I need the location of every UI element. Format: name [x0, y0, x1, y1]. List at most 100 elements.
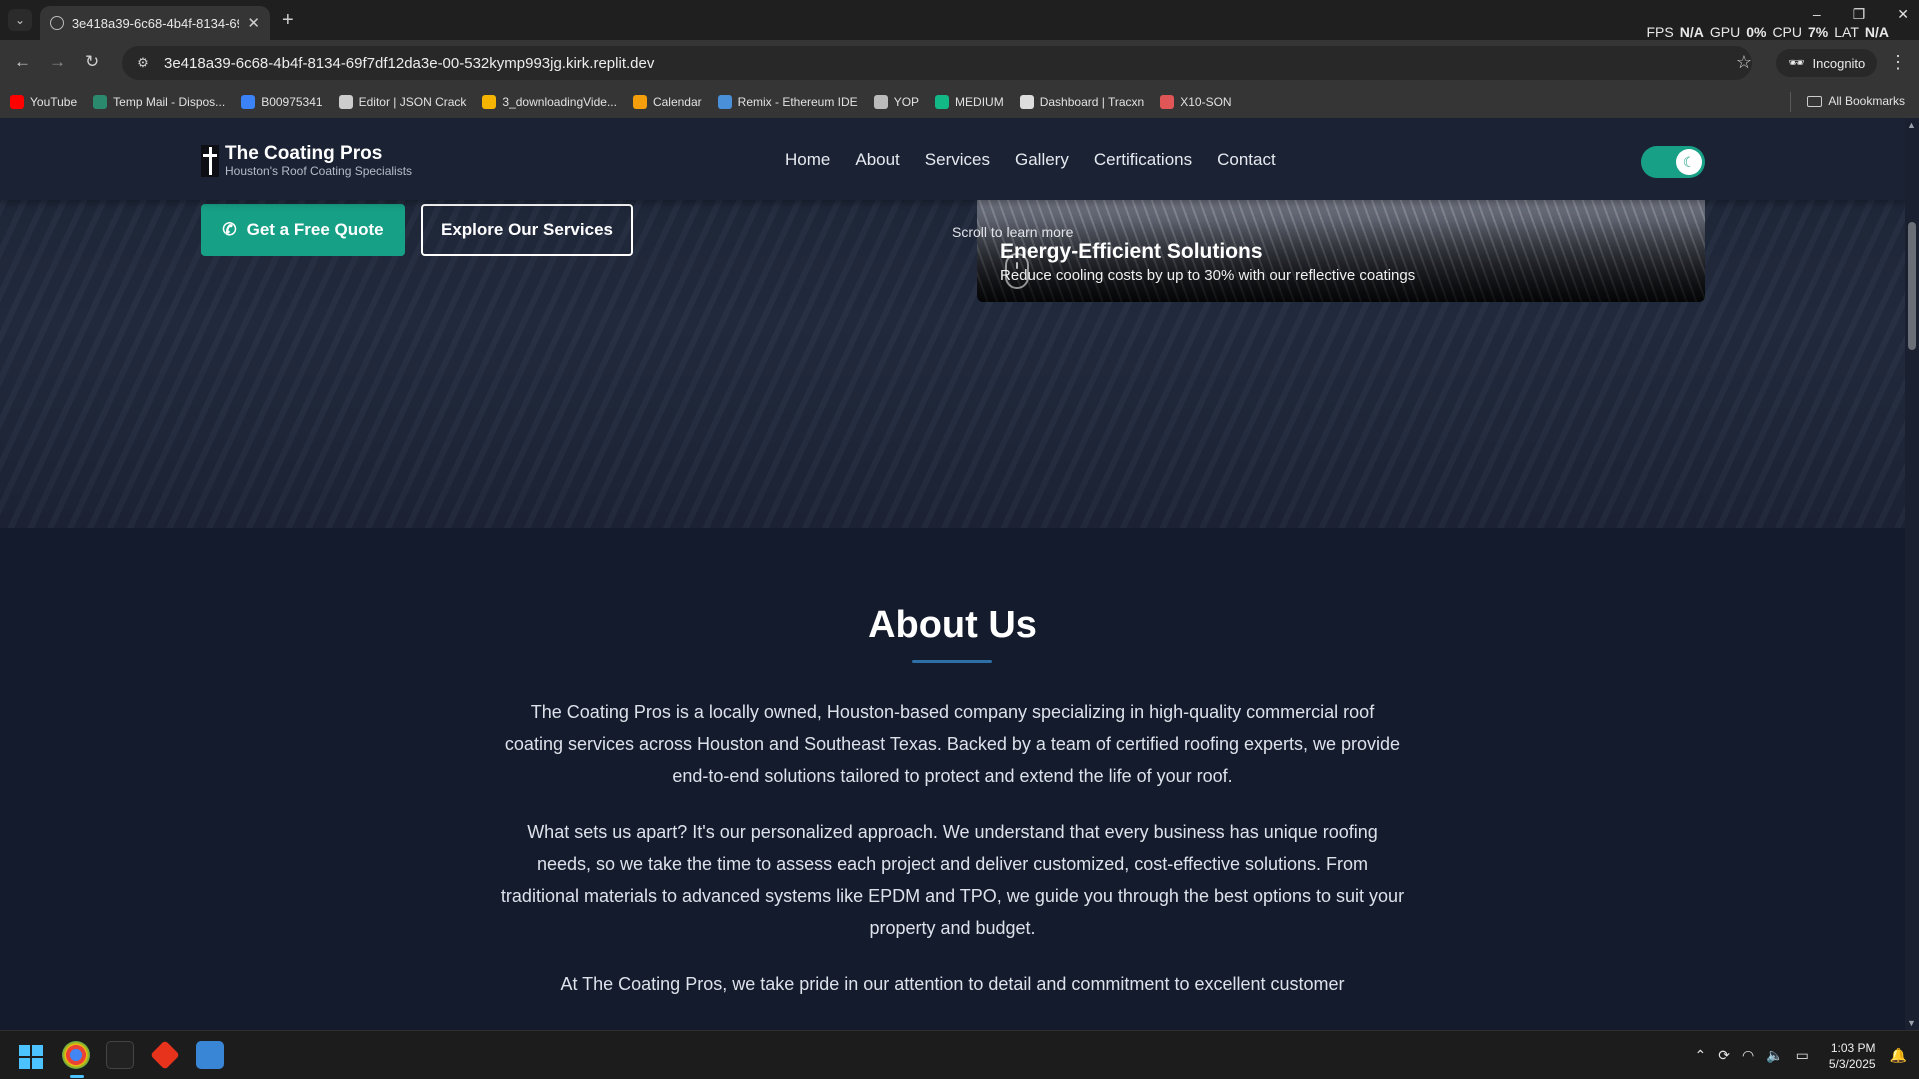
bookmark-favicon-icon	[338, 95, 353, 109]
close-tab-icon[interactable]: ✕	[247, 14, 260, 32]
browser-tab-bar: ⌄ 3e418a39-6c68-4b4f-8134-69f7 ✕ + – ❐ ✕…	[0, 0, 1919, 40]
main-nav: Home About Services Gallery Certificatio…	[785, 150, 1276, 170]
bookmark-item[interactable]: B00975341	[241, 95, 323, 109]
reload-icon[interactable]: ↻	[85, 52, 99, 72]
bookmarks-divider	[1790, 92, 1791, 112]
nav-certifications[interactable]: Certifications	[1094, 150, 1192, 170]
bookmark-item[interactable]: Dashboard | Tracxn	[1019, 95, 1144, 109]
feature-card-title: Energy-Efficient Solutions	[1000, 240, 1263, 263]
tab-search-button[interactable]: ⌄	[8, 9, 32, 31]
bookmark-label: Temp Mail - Dispos...	[113, 95, 226, 109]
clock-time: 1:03 PM	[1830, 1040, 1876, 1055]
chevron-up-icon[interactable]: ⌃	[1694, 1047, 1706, 1064]
bookmark-label: X10-SON	[1180, 95, 1232, 109]
battery-icon[interactable]: ▭	[1796, 1047, 1809, 1064]
incognito-badge[interactable]: 🕶 Incognito	[1776, 49, 1878, 77]
bookmark-label: Calendar	[652, 95, 702, 109]
moon-icon: ☾	[1676, 149, 1702, 175]
nav-services[interactable]: Services	[925, 150, 990, 170]
notification-bell-icon[interactable]: 🔔	[1890, 1047, 1907, 1064]
volume-icon[interactable]: 🔈	[1766, 1047, 1783, 1064]
globe-icon	[50, 16, 64, 30]
bookmark-item[interactable]: Calendar	[632, 95, 702, 109]
browser-toolbar: ← → ↻ ⚙ 3e418a39-6c68-4b4f-8134-69f7df12…	[0, 40, 1919, 86]
bookmark-favicon-icon	[873, 95, 888, 109]
nav-contact[interactable]: Contact	[1217, 150, 1276, 170]
bookmark-label: B00975341	[261, 95, 323, 109]
nav-about[interactable]: About	[855, 150, 899, 170]
site-logo[interactable]: The Coating Pros Houston's Roof Coating …	[201, 144, 412, 178]
tab-title: 3e418a39-6c68-4b4f-8134-69f7	[71, 15, 240, 31]
bookmark-favicon-icon	[935, 95, 950, 109]
active-tab[interactable]: 3e418a39-6c68-4b4f-8134-69f7 ✕	[40, 6, 270, 40]
bookmark-star-icon[interactable]: ☆	[1736, 52, 1752, 73]
nav-home[interactable]: Home	[785, 150, 830, 170]
url-text[interactable]: 3e418a39-6c68-4b4f-8134-69f7df12da3e-00-…	[164, 55, 654, 72]
bookmark-favicon-icon	[241, 95, 256, 109]
bookmark-label: 3_downloadingVide...	[502, 95, 617, 109]
bookmark-item[interactable]: Editor | JSON Crack	[338, 95, 466, 109]
bookmark-item[interactable]: YOP	[873, 95, 920, 109]
page-scrollbar[interactable]: ▲ ▼	[1905, 118, 1919, 1030]
scroll-mouse-icon[interactable]	[1005, 253, 1029, 289]
bookmark-item[interactable]: X10-SON	[1160, 95, 1232, 109]
performance-overlay: FPS N/A GPU 0% CPU 7% LAT N/A	[1647, 24, 1890, 40]
bookmark-item[interactable]: MEDIUM	[935, 95, 1004, 109]
fps-label: FPS	[1646, 24, 1674, 40]
scroll-up-icon[interactable]: ▲	[1907, 120, 1916, 130]
git-app-taskbar-icon[interactable]	[150, 1040, 180, 1070]
cpu-value: 7%	[1808, 24, 1829, 40]
app-taskbar-icon[interactable]	[106, 1041, 134, 1069]
explore-services-label: Explore Our Services	[441, 220, 613, 239]
all-bookmarks-button[interactable]: All Bookmarks	[1807, 94, 1905, 108]
bookmark-favicon-icon	[10, 95, 24, 109]
folder-icon	[1807, 95, 1823, 107]
restore-icon[interactable]: ❐	[1853, 6, 1866, 23]
sync-icon[interactable]: ⟳	[1718, 1047, 1730, 1064]
scroll-hint: Scroll to learn more	[952, 224, 1074, 240]
bookmark-item[interactable]: Temp Mail - Dispos...	[93, 95, 225, 109]
incognito-icon: 🕶	[1788, 55, 1805, 70]
brand-name: The Coating Pros	[225, 143, 383, 164]
system-tray: ⌃ ⟳ ◠ 🔈 ▭ 1:03 PM 5/3/2025 🔔	[1694, 1031, 1919, 1079]
scroll-down-icon[interactable]: ▼	[1907, 1018, 1916, 1028]
forward-icon[interactable]: →	[49, 52, 66, 72]
fps-value: N/A	[1679, 24, 1704, 40]
windows-start-icon[interactable]	[19, 1045, 43, 1069]
nav-gallery[interactable]: Gallery	[1015, 150, 1069, 170]
bookmark-favicon-icon	[717, 95, 732, 109]
bookmark-item[interactable]: Remix - Ethereum IDE	[717, 95, 858, 109]
incognito-label: Incognito	[1812, 55, 1866, 71]
site-info-icon[interactable]: ⚙	[134, 54, 152, 72]
title-underline	[912, 660, 992, 663]
new-tab-button[interactable]: +	[282, 9, 294, 32]
site-header: The Coating Pros Houston's Roof Coating …	[0, 118, 1905, 200]
bookmark-favicon-icon	[632, 95, 647, 109]
scrollbar-thumb[interactable]	[1908, 222, 1916, 350]
address-bar[interactable]: ⚙ 3e418a39-6c68-4b4f-8134-69f7df12da3e-0…	[122, 46, 1752, 80]
bookmark-label: YOP	[893, 95, 920, 109]
close-window-icon[interactable]: ✕	[1897, 6, 1909, 23]
bookmark-item[interactable]: 3_downloadingVide...	[482, 95, 617, 109]
about-title: About Us	[868, 604, 1037, 646]
wifi-icon[interactable]: ◠	[1742, 1047, 1754, 1064]
lat-value: N/A	[1864, 24, 1889, 40]
bookmark-favicon-icon	[93, 95, 108, 109]
feature-card: Energy-Efficient Solutions Reduce coolin…	[977, 200, 1705, 302]
bookmark-item[interactable]: YouTube	[10, 95, 77, 109]
cross-logo-icon	[201, 145, 219, 177]
bookmark-label: YouTube	[30, 95, 78, 109]
chrome-taskbar-icon[interactable]	[62, 1041, 90, 1069]
get-quote-label: Get a Free Quote	[246, 220, 384, 239]
gpu-label: GPU	[1709, 24, 1741, 40]
dark-mode-toggle[interactable]: ☾	[1641, 146, 1705, 178]
notepad-taskbar-icon[interactable]	[196, 1041, 224, 1069]
minimize-icon[interactable]: –	[1813, 6, 1821, 23]
taskbar-clock[interactable]: 1:03 PM 5/3/2025	[1829, 1040, 1876, 1072]
page-viewport: ✆ Get a Free Quote Explore Our Services …	[0, 118, 1905, 1030]
about-section: About Us The Coating Pros is a locally o…	[0, 528, 1905, 1030]
back-icon[interactable]: ←	[14, 52, 31, 72]
get-quote-button[interactable]: ✆ Get a Free Quote	[201, 204, 405, 256]
browser-menu-icon[interactable]: ⋮	[1889, 52, 1907, 73]
explore-services-button[interactable]: Explore Our Services	[421, 204, 633, 256]
